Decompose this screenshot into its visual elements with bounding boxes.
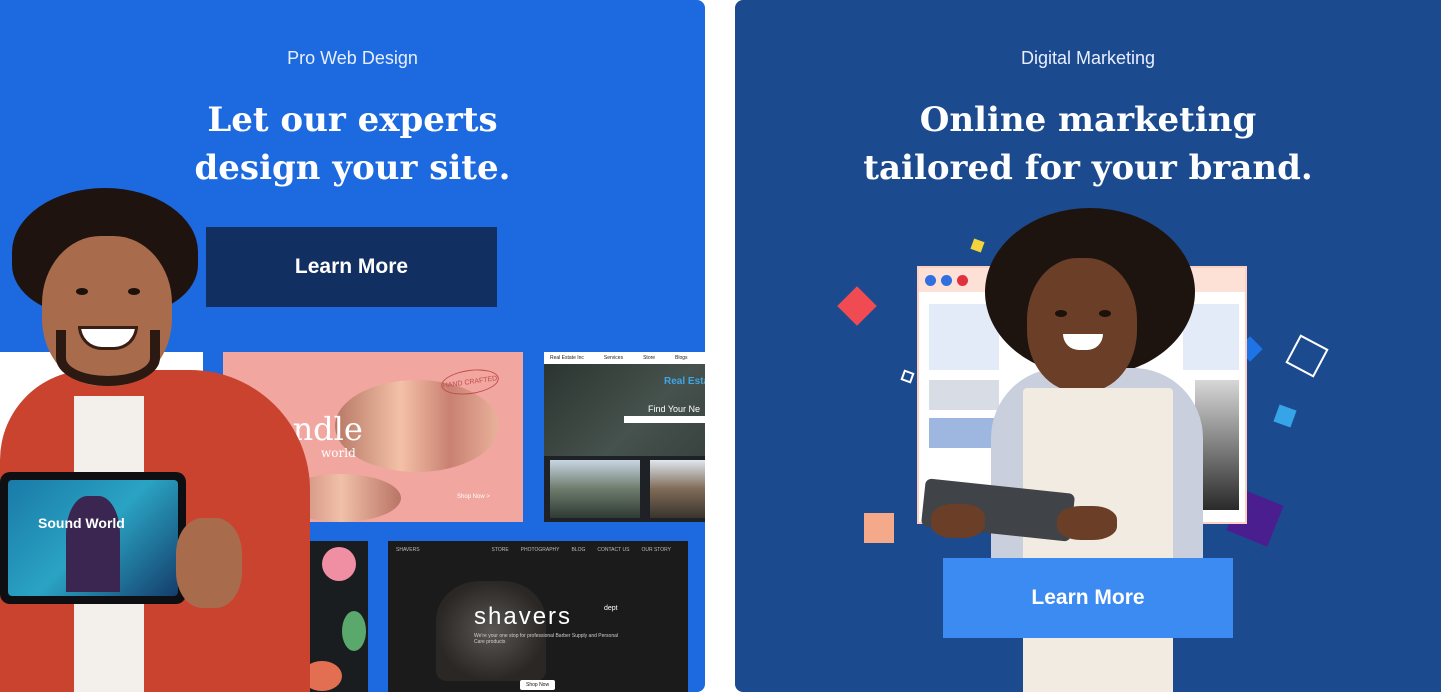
candle-shop-link: Shop Now >: [457, 494, 490, 500]
window-dot-icon: [941, 275, 952, 286]
peach-square-shape: [864, 513, 894, 543]
realestate-title: Real Estate: [664, 376, 705, 387]
shavers-tagline: We're your one stop for professional Bar…: [474, 633, 618, 645]
eye: [1055, 310, 1067, 317]
card-headline: Online marketing tailored for your brand…: [735, 96, 1441, 192]
tablet-figure: [66, 496, 120, 592]
headline-line-1: Online marketing: [919, 100, 1257, 140]
eye: [76, 288, 88, 295]
realestate-find: Find Your Ne: [648, 404, 701, 414]
tablet-device: Sound World: [0, 472, 186, 604]
card-eyebrow: Pro Web Design: [287, 48, 418, 68]
shavers-nav: SHAVERS STORE PHOTOGRAPHY BLOG CONTACT U…: [396, 547, 680, 553]
nav-item: Real Estate Inc: [550, 355, 584, 361]
nav-item: CONTACT US: [597, 547, 630, 553]
nav-item: OUR STORY: [641, 547, 671, 553]
tablet-app-title: Sound World: [38, 515, 125, 531]
headline-line-2: tailored for your brand.: [863, 148, 1313, 188]
apron: [1023, 388, 1173, 692]
shavers-brand: shavers: [474, 603, 573, 630]
shavers-dept: dept: [604, 605, 618, 612]
red-diamond-shape: [837, 286, 877, 326]
headline-line-1: Let our experts: [207, 100, 498, 140]
realestate-nav: Real Estate Inc Services Store Blogs: [544, 352, 705, 364]
nav-item: Services: [603, 355, 624, 361]
man-with-tablet-photo: Sound World: [0, 180, 320, 692]
card-headline: Let our experts design your site.: [0, 96, 705, 192]
flower-shape: [322, 547, 356, 581]
eye: [1099, 310, 1111, 317]
learn-more-button[interactable]: Learn More: [943, 558, 1233, 638]
candle-brand-sub: world: [321, 446, 356, 460]
nav-item: Blogs: [675, 355, 688, 361]
nav-item: BLOG: [571, 547, 586, 553]
template-thumbnail-shavers: SHAVERS STORE PHOTOGRAPHY BLOG CONTACT U…: [388, 541, 688, 692]
realestate-search-bar: [624, 416, 705, 423]
shavers-shop-button: Shop Now: [520, 680, 556, 690]
nav-item: PHOTOGRAPHY: [520, 547, 560, 553]
nav-item: SHAVERS: [396, 547, 420, 553]
eye: [128, 288, 140, 295]
tablet-screen: Sound World: [8, 480, 178, 596]
leaf-shape: [342, 611, 366, 651]
web-design-card: Pro Web Design Let our experts design yo…: [0, 0, 705, 692]
hand: [931, 504, 985, 538]
card-eyebrow: Digital Marketing: [1020, 48, 1156, 68]
window-dot-icon: [925, 275, 936, 286]
nav-item: Store: [643, 355, 656, 361]
face: [1027, 258, 1137, 392]
house-photo: [650, 460, 705, 518]
template-thumbnail-real-estate: Real Estate Inc Services Store Blogs Rea…: [544, 352, 705, 522]
outline-square-shape: [900, 369, 915, 384]
house-photo: [550, 460, 640, 518]
cyan-square-shape: [1273, 404, 1297, 428]
outline-square-shape: [1285, 334, 1329, 378]
digital-marketing-card: Digital Marketing Online marketing tailo…: [735, 0, 1441, 692]
shaving-products-image: [436, 581, 546, 681]
nav-item: STORE: [491, 547, 509, 553]
hand: [1057, 506, 1117, 540]
hand: [176, 518, 242, 608]
